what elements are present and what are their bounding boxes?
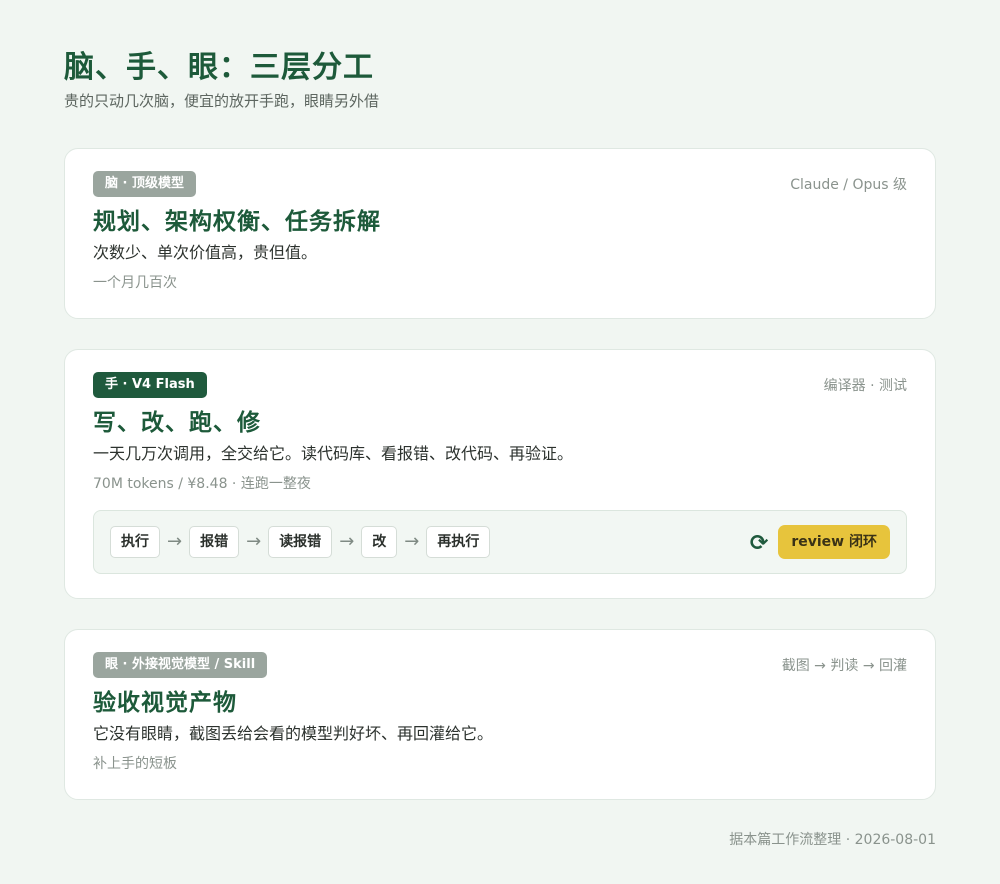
tier-badge-hand: 手 · V4 Flash	[93, 372, 207, 398]
card-description: 次数少、单次价值高，贵但值。	[93, 243, 318, 262]
card-heading: 写、改、跑、修	[93, 409, 261, 436]
flow-step-read-error: 读报错	[268, 526, 333, 558]
flow-step-fix: 改	[361, 526, 398, 558]
page-subtitle: 贵的只动几次脑，便宜的放开手跑，眼睛另外借	[64, 92, 380, 110]
loop-flow: 执行 → 报错 → 读报错 → 改 → 再执行 ⟳ review 闭环	[93, 510, 907, 574]
card-description: 它没有眼睛，截图丢给会看的模型判好坏、再回灌给它。	[93, 724, 494, 743]
card-header: 脑 · 顶级模型 Claude / Opus 级	[93, 171, 907, 197]
card-brain: 脑 · 顶级模型 Claude / Opus 级 规划、架构权衡、任务拆解 次数…	[64, 148, 936, 319]
arrow-right-icon: →	[339, 531, 355, 552]
footer-caption: 据本篇工作流整理 · 2026-08-01	[729, 832, 936, 848]
arrow-right-icon: →	[246, 531, 262, 552]
flow-step-re-execute: 再执行	[426, 526, 491, 558]
arrow-right-icon: →	[167, 531, 183, 552]
page-title: 脑、手、眼：三层分工	[64, 50, 374, 85]
card-note: 补上手的短板	[93, 756, 177, 772]
flow-step-error: 报错	[189, 526, 240, 558]
card-hand: 手 · V4 Flash 编译器 · 测试 写、改、跑、修 一天几万次调用，全交…	[64, 349, 936, 599]
card-eye: 眼 · 外接视觉模型 / Skill 截图 → 判读 → 回灌 验收视觉产物 它…	[64, 629, 936, 800]
card-note: 一个月几百次	[93, 275, 177, 291]
card-meta: 截图 → 判读 → 回灌	[781, 658, 907, 674]
review-loop-badge: review 闭环	[778, 525, 890, 559]
card-meta: Claude / Opus 级	[790, 177, 907, 193]
page: 脑、手、眼：三层分工 贵的只动几次脑，便宜的放开手跑，眼睛另外借 脑 · 顶级模…	[64, 48, 936, 800]
card-header: 手 · V4 Flash 编译器 · 测试	[93, 372, 907, 398]
arrow-right-icon: →	[404, 531, 420, 552]
card-heading: 规划、架构权衡、任务拆解	[93, 208, 381, 235]
card-description: 一天几万次调用，全交给它。读代码库、看报错、改代码、再验证。	[93, 444, 574, 463]
card-heading: 验收视觉产物	[93, 689, 237, 716]
loop-icon: ⟳	[749, 531, 769, 556]
card-meta: 编译器 · 测试	[823, 378, 907, 394]
flow-step-execute: 执行	[110, 526, 160, 558]
tier-badge-eye: 眼 · 外接视觉模型 / Skill	[93, 652, 268, 678]
card-header: 眼 · 外接视觉模型 / Skill 截图 → 判读 → 回灌	[93, 652, 907, 678]
card-note: 70M tokens / ¥8.48 · 连跑一整夜	[93, 476, 311, 492]
tier-badge-brain: 脑 · 顶级模型	[93, 171, 196, 197]
